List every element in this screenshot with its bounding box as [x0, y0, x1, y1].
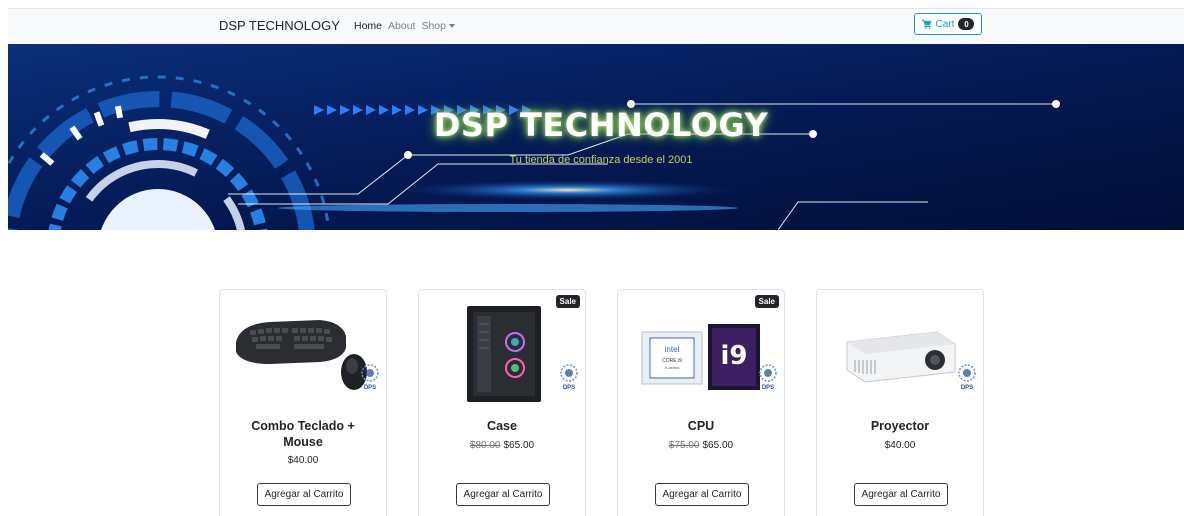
cart-button[interactable]: Cart 0 [914, 13, 982, 35]
dps-logo-icon: DPS [958, 364, 976, 391]
original-price: $75.00 [668, 440, 700, 451]
current-price: $40.00 [287, 455, 319, 466]
cart-label: Cart [935, 18, 955, 30]
nav-links: Home About Shop [354, 20, 461, 32]
nav-link-about[interactable]: About [388, 20, 415, 32]
dps-logo-icon: DPS [361, 364, 379, 391]
product-card: DPS Proyector $40.00 Agregar al Carrito [816, 289, 984, 516]
svg-text:DPS: DPS [762, 385, 774, 391]
product-name: Case [487, 419, 517, 433]
product-name: CPU [687, 419, 715, 433]
product-card: Sale intel CORE i9 X-series i9 DPS CPU $… [617, 289, 785, 516]
product-price: $40.00 [817, 440, 983, 451]
navbar-brand[interactable]: DSP TECHNOLOGY [219, 18, 340, 33]
svg-text:i9: i9 [720, 341, 747, 371]
product-name: Proyector [870, 419, 930, 433]
add-to-cart-button[interactable]: Agregar al Carrito [456, 483, 550, 506]
svg-text:DPS: DPS [563, 385, 575, 391]
hero-banner: DSP TECHNOLOGY Tu tienda de confianza de… [8, 44, 1184, 230]
nav-dropdown-shop[interactable]: Shop [421, 20, 455, 32]
svg-text:intel: intel [665, 345, 680, 354]
svg-text:DPS: DPS [961, 385, 973, 391]
original-price: $80.00 [469, 440, 501, 451]
current-price: $65.00 [503, 440, 535, 451]
current-price: $40.00 [884, 440, 916, 451]
current-price: $65.00 [702, 440, 734, 451]
product-name: Combo Teclado + Mouse [251, 419, 355, 449]
add-to-cart-button[interactable]: Agregar al Carrito [257, 483, 351, 506]
page: DSP TECHNOLOGY Home About Shop Cart 0 DS… [0, 0, 1184, 516]
svg-text:CORE i9: CORE i9 [662, 358, 682, 364]
dps-logo-icon: DPS [759, 364, 777, 391]
product-price: $80.00 $65.00 [419, 440, 585, 451]
pc-case-image [467, 306, 541, 402]
dps-logo-icon: DPS [560, 364, 578, 391]
product-price: $40.00 [220, 455, 386, 466]
add-to-cart-button[interactable]: Agregar al Carrito [655, 483, 749, 506]
navbar: DSP TECHNOLOGY Home About Shop Cart 0 [8, 9, 1184, 44]
add-to-cart-button[interactable]: Agregar al Carrito [854, 483, 948, 506]
hero-title: DSP TECHNOLOGY [433, 106, 769, 144]
keyboard-mouse-image [236, 320, 367, 390]
nav-link-home[interactable]: Home [354, 20, 382, 32]
product-card: DPS Combo Teclado + Mouse $40.00 Agregar… [219, 289, 387, 516]
svg-text:X-series: X-series [665, 365, 680, 370]
caret-down-icon [449, 24, 455, 28]
product-price: $75.00 $65.00 [618, 440, 784, 451]
cpu-box-image: intel CORE i9 X-series i9 [641, 324, 760, 390]
projector-image [846, 331, 956, 383]
hero-subtitle: Tu tienda de confianza desde el 2001 [509, 154, 693, 166]
product-card: Sale DPS Case $80.00 $65.00 Agregar al Ca… [418, 289, 586, 516]
nav-dropdown-shop-label: Shop [421, 20, 446, 32]
cart-count-badge: 0 [958, 18, 975, 30]
svg-text:DPS: DPS [364, 385, 376, 391]
cart-icon [921, 19, 931, 29]
